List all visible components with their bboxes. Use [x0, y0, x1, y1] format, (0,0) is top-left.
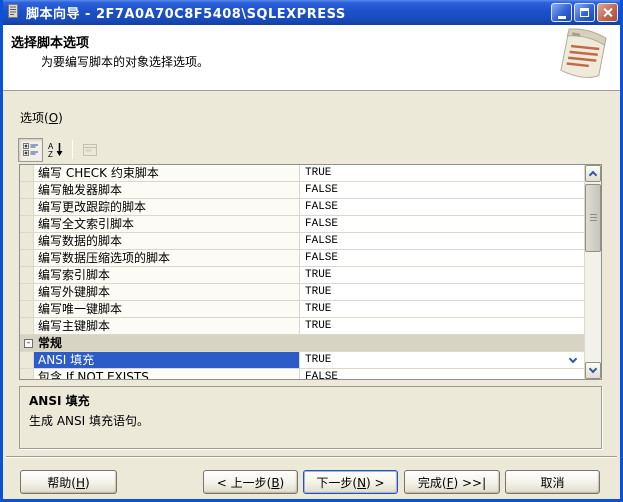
separator-line: [6, 456, 617, 458]
property-value[interactable]: TRUE: [300, 318, 584, 334]
property-name[interactable]: 编写主键脚本: [34, 318, 300, 334]
close-button[interactable]: [597, 3, 618, 22]
grid-row[interactable]: 编写更改跟踪的脚本FALSE: [20, 199, 584, 216]
category-label: 常规: [38, 335, 62, 351]
property-value[interactable]: FALSE: [300, 250, 584, 266]
property-name[interactable]: 编写外键脚本: [34, 284, 300, 300]
scroll-graphic: [547, 27, 617, 89]
property-value[interactable]: FALSE: [300, 369, 584, 379]
property-value[interactable]: TRUE: [300, 284, 584, 300]
row-indent: [20, 233, 34, 249]
property-name[interactable]: 编写数据压缩选项的脚本: [34, 250, 300, 266]
maximize-icon: [580, 8, 589, 17]
property-value[interactable]: TRUE: [300, 352, 584, 368]
chevron-down-icon: [589, 365, 597, 373]
row-indent: [20, 182, 34, 198]
property-grid: 编写 CHECK 约束脚本TRUE编写触发器脚本FALSE编写更改跟踪的脚本FA…: [19, 164, 602, 380]
property-value[interactable]: FALSE: [300, 233, 584, 249]
cancel-button[interactable]: 取消: [505, 470, 600, 494]
grid-row[interactable]: 包含 If NOT EXISTSFALSE: [20, 369, 584, 379]
row-indent: [20, 199, 34, 215]
close-icon: [602, 7, 613, 18]
scroll-down-button[interactable]: [585, 362, 601, 379]
script-wizard-icon: [5, 3, 21, 22]
categorized-view-icon[interactable]: [18, 138, 43, 162]
grid-row[interactable]: 编写数据压缩选项的脚本FALSE: [20, 250, 584, 267]
grid-row[interactable]: ANSI 填充TRUE: [20, 352, 584, 369]
grid-row[interactable]: 编写 CHECK 约束脚本TRUE: [20, 165, 584, 182]
grid-scrollbar[interactable]: [584, 165, 601, 379]
dropdown-chevron-icon[interactable]: [569, 355, 577, 363]
property-name[interactable]: 编写全文索引脚本: [34, 216, 300, 232]
script-wizard-window: 脚本向导 - 2F7A0A70C8F5408\SQLEXPRESS 选择脚本选项…: [0, 0, 623, 502]
property-value[interactable]: TRUE: [300, 301, 584, 317]
page-title: 选择脚本选项: [11, 32, 89, 51]
row-indent: [20, 318, 34, 334]
property-value[interactable]: FALSE: [300, 182, 584, 198]
grid-row[interactable]: 编写数据的脚本FALSE: [20, 233, 584, 250]
property-name[interactable]: 编写更改跟踪的脚本: [34, 199, 300, 215]
collapse-minus-icon[interactable]: -: [24, 339, 33, 348]
alphabetical-sort-icon[interactable]: A Z: [43, 138, 68, 162]
property-name[interactable]: ANSI 填充: [34, 352, 300, 368]
property-name[interactable]: 编写唯一键脚本: [34, 301, 300, 317]
svg-text:Z: Z: [48, 150, 53, 157]
grid-row[interactable]: 编写外键脚本TRUE: [20, 284, 584, 301]
toolbar-separator: [72, 140, 73, 159]
row-indent: [20, 301, 34, 317]
finish-button[interactable]: 完成(F) >>|: [404, 470, 500, 494]
scrollbar-thumb[interactable]: [585, 184, 601, 252]
property-value[interactable]: FALSE: [300, 199, 584, 215]
window-title: 脚本向导 - 2F7A0A70C8F5408\SQLEXPRESS: [26, 3, 346, 22]
description-panel: ANSI 填充 生成 ANSI 填充语句。: [19, 386, 602, 449]
property-pages-icon: [77, 138, 102, 162]
grid-category-row[interactable]: -常规: [20, 335, 584, 352]
grid-row[interactable]: 编写主键脚本TRUE: [20, 318, 584, 335]
grid-row[interactable]: 编写索引脚本TRUE: [20, 267, 584, 284]
property-name[interactable]: 编写数据的脚本: [34, 233, 300, 249]
row-indent: [20, 267, 34, 283]
property-grid-toolbar: A Z: [18, 137, 102, 162]
help-button[interactable]: 帮助(H): [20, 470, 117, 494]
minimize-icon: [558, 16, 566, 19]
grid-row[interactable]: 编写触发器脚本FALSE: [20, 182, 584, 199]
property-name[interactable]: 编写索引脚本: [34, 267, 300, 283]
property-value[interactable]: FALSE: [300, 216, 584, 232]
grid-rows: 编写 CHECK 约束脚本TRUE编写触发器脚本FALSE编写更改跟踪的脚本FA…: [20, 165, 584, 379]
maximize-button[interactable]: [574, 3, 595, 22]
title-bar[interactable]: 脚本向导 - 2F7A0A70C8F5408\SQLEXPRESS: [0, 0, 623, 25]
property-name[interactable]: 包含 If NOT EXISTS: [34, 369, 300, 379]
property-name[interactable]: 编写触发器脚本: [34, 182, 300, 198]
row-indent: [20, 352, 34, 368]
next-button[interactable]: 下一步(N) >: [303, 470, 398, 494]
grid-row[interactable]: 编写唯一键脚本TRUE: [20, 301, 584, 318]
row-indent: [20, 165, 34, 181]
property-name[interactable]: 编写 CHECK 约束脚本: [34, 165, 300, 181]
scroll-up-button[interactable]: [585, 165, 601, 182]
row-indent: [20, 284, 34, 300]
description-text: 生成 ANSI 填充语句。: [29, 412, 592, 429]
property-value[interactable]: TRUE: [300, 267, 584, 283]
back-button[interactable]: < 上一步(B): [203, 470, 298, 494]
page-subtitle: 为要编写脚本的对象选择选项。: [41, 53, 209, 70]
row-indent: [20, 250, 34, 266]
grid-row[interactable]: 编写全文索引脚本FALSE: [20, 216, 584, 233]
row-indent: [20, 369, 34, 379]
row-indent: [20, 216, 34, 232]
wizard-header: 选择脚本选项 为要编写脚本的对象选择选项。: [3, 25, 620, 91]
chevron-up-icon: [589, 171, 597, 179]
minimize-button[interactable]: [551, 3, 572, 22]
description-title: ANSI 填充: [29, 392, 592, 409]
options-label: 选项(O): [20, 109, 63, 126]
property-value[interactable]: TRUE: [300, 165, 584, 181]
